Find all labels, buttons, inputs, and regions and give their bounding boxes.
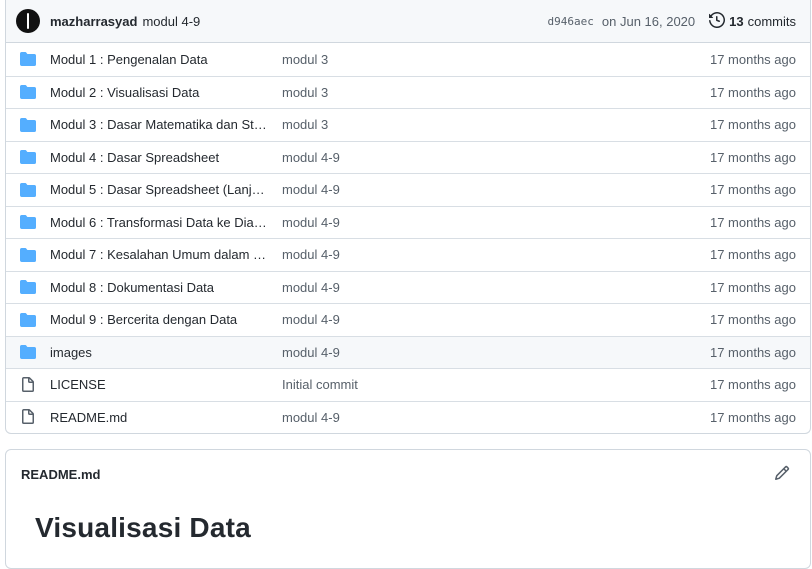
file-commit-message-link[interactable]: modul 4-9 xyxy=(282,215,710,230)
commit-sha-link[interactable]: d946aec xyxy=(548,15,594,28)
commits-count: 13 xyxy=(729,13,744,29)
readme-panel: README.md Visualisasi Data xyxy=(5,449,811,569)
file-browser: mazharrasyad modul 4-9 d946aec on Jun 16… xyxy=(5,0,811,434)
file-name-link[interactable]: Modul 3 : Dasar Matematika dan Stat… xyxy=(50,117,268,132)
file-row[interactable]: LICENSE Initial commit 17 months ago xyxy=(6,368,810,401)
file-icon xyxy=(20,409,36,425)
file-commit-age: 17 months ago xyxy=(709,51,796,67)
history-icon xyxy=(709,11,729,31)
file-commit-message-link[interactable]: modul 4-9 xyxy=(282,312,710,327)
file-row[interactable]: Modul 3 : Dasar Matematika dan Stat… modu… xyxy=(6,108,810,141)
folder-icon xyxy=(20,214,36,230)
file-commit-message-link[interactable]: modul 4-9 xyxy=(282,410,710,425)
file-name-link[interactable]: Modul 7 : Kesalahan Umum dalam Vi… xyxy=(50,247,268,262)
commit-message-link[interactable]: modul 4-9 xyxy=(142,14,200,29)
file-name-link[interactable]: LICENSE xyxy=(50,377,268,392)
file-commit-message-link[interactable]: modul 3 xyxy=(282,117,710,132)
folder-icon xyxy=(20,84,36,100)
file-commit-age: 17 months ago xyxy=(709,117,796,133)
file-name-link[interactable]: Modul 6 : Transformasi Data ke Diagr… xyxy=(50,215,268,230)
file-commit-message-link[interactable]: modul 3 xyxy=(282,85,710,100)
file-commit-message-link[interactable]: modul 4-9 xyxy=(282,182,710,197)
file-commit-age: 17 months ago xyxy=(709,279,796,295)
file-commit-age: 17 months ago xyxy=(709,312,796,328)
file-commit-age: 17 months ago xyxy=(709,84,796,100)
folder-icon xyxy=(20,117,36,133)
folder-icon xyxy=(20,247,36,263)
folder-icon xyxy=(20,344,36,360)
file-commit-message-link[interactable]: modul 4-9 xyxy=(282,150,710,165)
file-row[interactable]: images modul 4-9 17 months ago xyxy=(6,335,810,368)
file-icon xyxy=(20,376,36,393)
file-name-link[interactable]: Modul 1 : Pengenalan Data xyxy=(50,52,268,67)
file-commit-message-link[interactable]: modul 4-9 xyxy=(282,280,710,295)
readme-heading: Visualisasi Data xyxy=(35,512,251,543)
readme-header: README.md xyxy=(6,450,810,498)
file-commit-age: 17 months ago xyxy=(709,214,796,230)
file-list: Modul 1 : Pengenalan Data modul 3 17 month… xyxy=(6,43,810,433)
file-name-link[interactable]: Modul 4 : Dasar Spreadsheet xyxy=(50,150,268,165)
folder-icon xyxy=(20,149,36,165)
file-row[interactable]: Modul 5 : Dasar Spreadsheet (Lanjuta… mod… xyxy=(6,173,810,206)
file-row[interactable]: Modul 7 : Kesalahan Umum dalam Vi… modul … xyxy=(6,238,810,271)
file-commit-age: 17 months ago xyxy=(709,377,796,393)
file-row[interactable]: README.md modul 4-9 17 months ago xyxy=(6,400,810,434)
commits-label: commits xyxy=(747,13,796,29)
file-commit-message-link[interactable]: modul 4-9 xyxy=(282,345,710,360)
folder-icon xyxy=(20,279,36,295)
avatar[interactable] xyxy=(16,9,40,33)
file-commit-message-link[interactable]: Initial commit xyxy=(282,377,710,392)
file-row[interactable]: Modul 1 : Pengenalan Data modul 3 17 month… xyxy=(6,43,810,76)
file-name-link[interactable]: Modul 5 : Dasar Spreadsheet (Lanjuta… xyxy=(50,182,268,197)
file-name-link[interactable]: Modul 8 : Dokumentasi Data xyxy=(50,280,268,295)
file-name-link[interactable]: Modul 2 : Visualisasi Data xyxy=(50,85,268,100)
file-row[interactable]: Modul 6 : Transformasi Data ke Diagr… mod… xyxy=(6,205,810,239)
file-row[interactable]: Modul 8 : Dokumentasi Data modul 4-9 17 mo… xyxy=(6,270,810,304)
commit-author-link[interactable]: mazharrasyad xyxy=(50,14,137,29)
file-name-link[interactable]: images xyxy=(50,345,268,360)
file-commit-message-link[interactable]: modul 4-9 xyxy=(282,247,710,262)
file-row[interactable]: Modul 4 : Dasar Spreadsheet modul 4-9 17 m… xyxy=(6,140,810,174)
file-row[interactable]: Modul 9 : Bercerita dengan Data modul 4-9… xyxy=(6,303,810,336)
file-commit-age: 17 months ago xyxy=(709,149,796,165)
file-commit-age: 17 months ago xyxy=(709,247,796,263)
commit-meta: d946aec on Jun 16, 2020 13 commits xyxy=(548,11,796,31)
file-commit-age: 17 months ago xyxy=(709,182,796,198)
file-name-link[interactable]: README.md xyxy=(50,410,268,425)
edit-readme-button[interactable] xyxy=(774,465,790,484)
folder-icon xyxy=(20,312,36,328)
file-commit-message-link[interactable]: modul 3 xyxy=(282,52,710,67)
latest-commit-bar: mazharrasyad modul 4-9 d946aec on Jun 16… xyxy=(6,0,810,43)
folder-icon xyxy=(20,51,36,67)
commit-date: on Jun 16, 2020 xyxy=(601,13,696,29)
pencil-icon xyxy=(774,465,790,484)
commits-history-link[interactable]: 13 commits xyxy=(709,11,796,31)
folder-icon xyxy=(20,182,36,198)
readme-title: README.md xyxy=(21,466,101,482)
file-commit-age: 17 months ago xyxy=(709,409,796,425)
file-commit-age: 17 months ago xyxy=(709,344,796,360)
file-name-link[interactable]: Modul 9 : Bercerita dengan Data xyxy=(50,312,268,327)
file-row[interactable]: Modul 2 : Visualisasi Data modul 3 17 mont… xyxy=(6,75,810,109)
